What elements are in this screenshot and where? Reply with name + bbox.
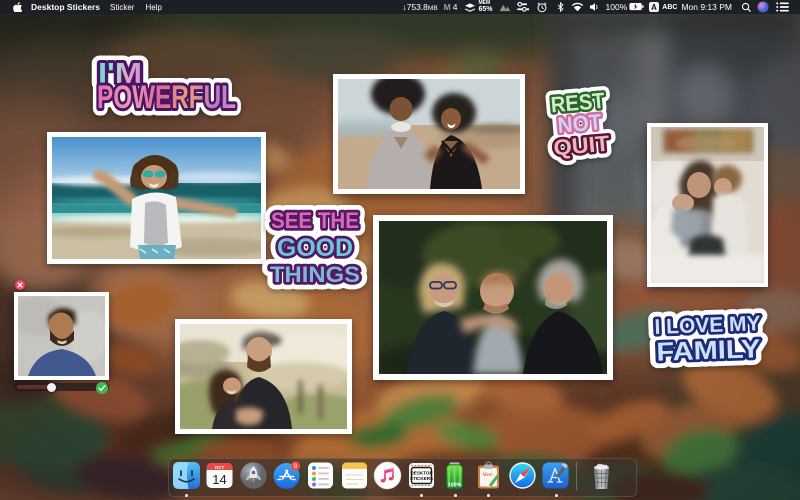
svg-text:OCT: OCT [215, 465, 225, 470]
svg-text:SEE THE: SEE THE [271, 208, 359, 233]
svg-text:100%: 100% [448, 483, 462, 489]
svg-text:Mem: Mem [481, 472, 493, 478]
svg-text:GOOD: GOOD [277, 234, 353, 262]
svg-text:A: A [651, 3, 657, 12]
svg-text:STICKERS: STICKERS [410, 476, 433, 481]
svg-text:QUIT: QUIT [552, 130, 611, 160]
svg-text:9: 9 [294, 463, 298, 470]
svg-text:THINGS: THINGS [270, 262, 360, 287]
svg-text:POWERFUL: POWERFUL [97, 79, 236, 115]
svg-text:FAMILY: FAMILY [656, 333, 761, 367]
svg-text:14: 14 [212, 472, 226, 487]
svg-text:DESKTOP: DESKTOP [410, 471, 432, 476]
